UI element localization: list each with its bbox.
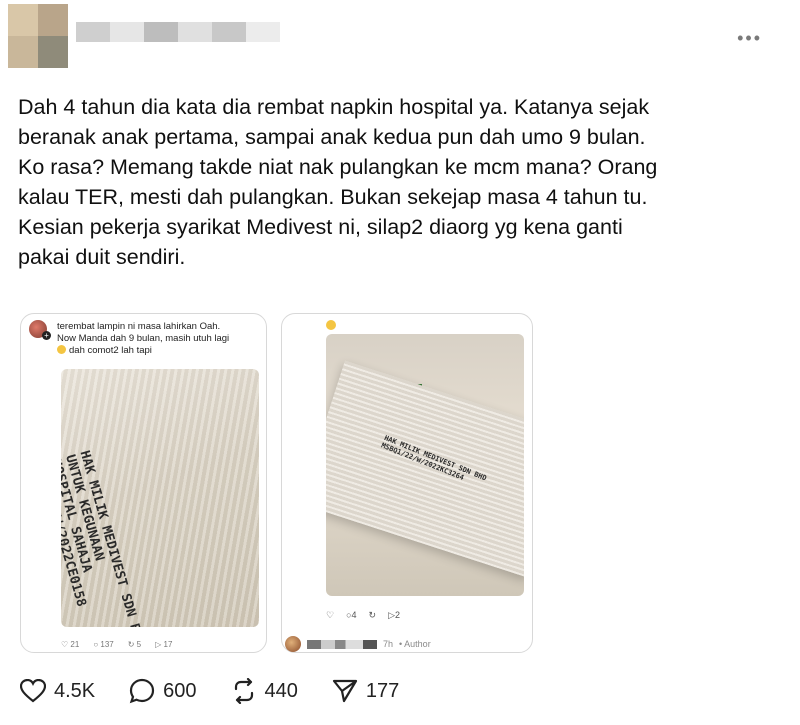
napkin-photo-folded: HAK MILIK MEDIVEST SDN BHD MSBQ1/22/W/20…: [326, 334, 524, 596]
avatar[interactable]: [8, 4, 68, 68]
share-button[interactable]: 177: [332, 678, 399, 704]
more-horizontal-icon[interactable]: •••: [737, 28, 762, 49]
follow-badge-icon: +: [42, 331, 51, 340]
embed-share-count: ▷ 17: [155, 640, 173, 649]
embed-comment-count: ○ 137: [93, 640, 114, 649]
embedded-image-left[interactable]: + terembat lampin ni masa lahirkan Oah. …: [20, 313, 267, 653]
post-line: Kesian pekerja syarikat Medivest ni, sil…: [18, 215, 623, 239]
comment-time: 7h: [383, 639, 394, 649]
embed-like-icon: ♡: [326, 610, 335, 620]
embed-comment-icon: ○4: [346, 610, 357, 620]
post-body: Dah 4 tahun dia kata dia rembat napkin h…: [18, 92, 778, 272]
post-line: beranak anak pertama, sampai anak kedua …: [18, 125, 646, 149]
send-icon: [332, 679, 358, 703]
embed-repost-icon: ↻: [368, 610, 377, 620]
embed-caption-line: Now Manda dah 9 bulan, masih utuh lagi: [57, 333, 230, 344]
comment-count: 600: [163, 679, 197, 702]
post-header: •••: [0, 0, 800, 80]
repost-count: 440: [264, 679, 298, 702]
share-count: 177: [365, 679, 400, 702]
embed-caption-line: dah comot2 lah tapi: [69, 345, 152, 356]
embed-caption: terembat lampin ni masa lahirkan Oah. No…: [57, 321, 229, 357]
commenter-avatar: [285, 636, 301, 652]
username-blurred[interactable]: [76, 22, 280, 42]
smile-emoji-icon: [326, 320, 336, 330]
embed-caption-line: terembat lampin ni masa lahirkan Oah.: [57, 321, 221, 332]
smile-emoji-icon: [57, 345, 66, 354]
folded-cloth: [326, 360, 524, 578]
post-line: pakai duit sendiri.: [18, 245, 186, 269]
like-count: 4.5K: [54, 679, 96, 702]
embed-repost-count: ↻ 5: [127, 640, 142, 649]
post-line: Ko rasa? Memang takde niat nak pulangkan…: [18, 155, 658, 179]
author-tag: • Author: [399, 639, 431, 649]
embed-share-icon: ▷2: [388, 610, 401, 620]
comment-icon: [129, 678, 155, 704]
embedded-image-right[interactable]: HAK MILIK MEDIVEST SDN BHD MSBQ1/22/W/20…: [281, 313, 533, 653]
embed-comment-preview: 7h • Author: [285, 636, 431, 652]
repost-icon: [234, 678, 253, 704]
like-button[interactable]: 4.5K: [20, 679, 95, 703]
post-line: Dah 4 tahun dia kata dia rembat napkin h…: [18, 95, 650, 119]
embed-like-count: ♡ 21: [61, 640, 80, 649]
embed-stats: ♡ 21 ○ 137 ↻ 5 ▷ 17: [61, 640, 172, 649]
napkin-photo: HAK MILIK MEDIVEST SDN BHD UNTUK KEGUNAA…: [61, 369, 259, 627]
comment-button[interactable]: 600: [129, 678, 197, 704]
action-bar: 4.5K 600 440 177: [20, 678, 433, 704]
heart-icon: [20, 679, 46, 703]
repost-button[interactable]: 440: [231, 678, 298, 704]
post-line: kalau TER, mesti dah pulangkan. Bukan se…: [18, 185, 648, 209]
commenter-name-blurred: [307, 639, 377, 649]
embed-actions: ♡ ○4 ↻ ▷2: [326, 610, 400, 621]
